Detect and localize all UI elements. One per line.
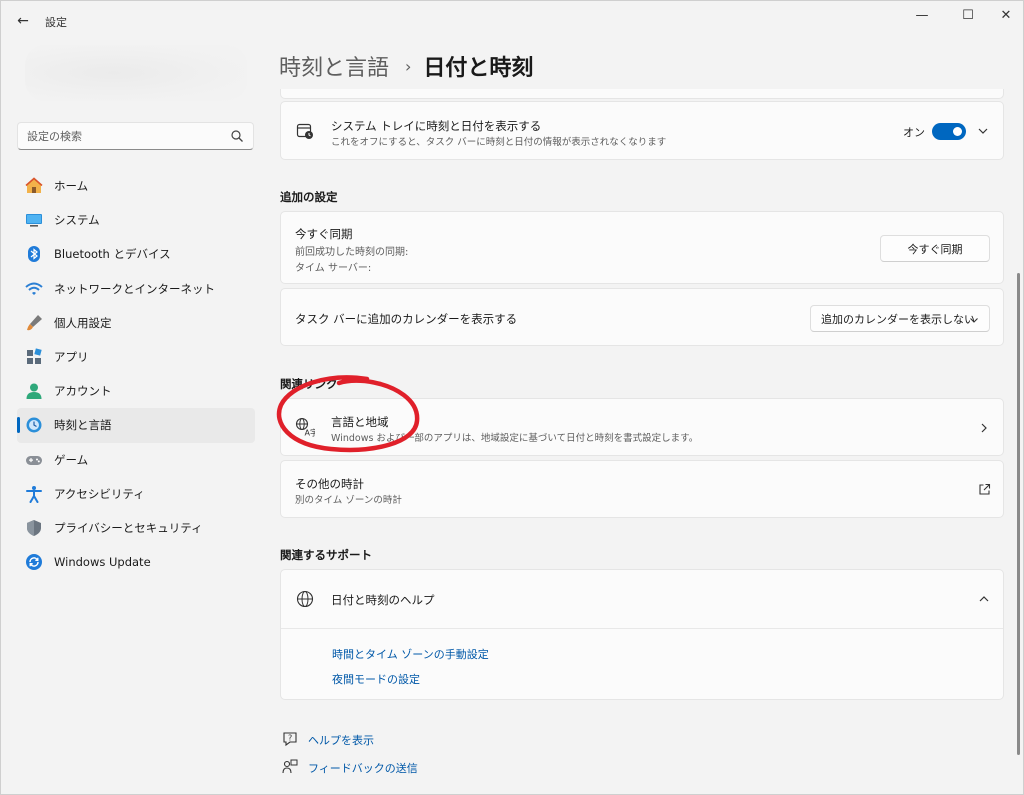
sidebar-item-personalization[interactable]: 個人用設定: [17, 306, 255, 340]
sidebar-item-time-language[interactable]: 時刻と言語: [17, 408, 255, 443]
calendar-dropdown[interactable]: 追加のカレンダーを表示しない: [810, 305, 990, 332]
help-link-timezone[interactable]: 時間とタイム ゾーンの手動設定: [332, 646, 489, 662]
update-icon: [25, 553, 43, 571]
sidebar-item-privacy[interactable]: プライバシーとセキュリティ: [17, 511, 255, 545]
breadcrumb-parent[interactable]: 時刻と言語: [279, 50, 389, 82]
page-title: 日付と時刻: [423, 56, 534, 81]
sidebar-item-accounts[interactable]: アカウント: [17, 374, 255, 408]
sidebar-item-gaming[interactable]: ゲーム: [17, 443, 255, 477]
help-expander-header[interactable]: 日付と時刻のヘルプ: [281, 570, 1003, 628]
toggle-state-label: オン: [903, 126, 925, 139]
last-sync-label: 前回成功した時刻の同期:: [295, 247, 409, 258]
section-heading-related-links: 関連リンク: [280, 377, 338, 391]
chevron-right-icon: [977, 421, 991, 435]
search-icon[interactable]: [230, 129, 244, 143]
sidebar-nav: ホーム システム Bluetooth とデバイス ネットワークとインターネット …: [17, 169, 255, 579]
system-icon: [25, 211, 43, 229]
sidebar-item-label: Windows Update: [54, 555, 151, 570]
sidebar-item-label: 時刻と言語: [54, 418, 112, 433]
accessibility-icon: [25, 485, 43, 503]
language-region-subtitle: Windows および一部のアプリは、地域設定に基づいて日付と時刻を書式設定しま…: [331, 433, 699, 444]
get-help-link[interactable]: ヘルプを表示: [308, 732, 374, 748]
svg-text:A字: A字: [305, 428, 316, 438]
sidebar-item-label: アカウント: [54, 384, 112, 399]
external-link-icon: [977, 482, 991, 496]
search-input[interactable]: [18, 123, 223, 149]
sidebar-item-label: アプリ: [54, 350, 89, 365]
apps-icon: [25, 348, 43, 366]
globe-icon: [295, 589, 315, 609]
svg-text:?: ?: [288, 734, 292, 743]
additional-calendar-card: タスク バーに追加のカレンダーを表示する 追加のカレンダーを表示しない: [280, 288, 1004, 346]
calendar-dropdown-value: 追加のカレンダーを表示しない: [821, 312, 975, 326]
shield-icon: [25, 519, 43, 537]
sidebar-item-label: プライバシーとセキュリティ: [54, 520, 203, 535]
breadcrumb: 時刻と言語 › 日付と時刻: [279, 49, 533, 83]
sidebar-item-label: Bluetooth とデバイス: [54, 247, 171, 262]
home-icon: [25, 177, 43, 195]
user-profile-blurred[interactable]: [25, 45, 247, 101]
title-bar: ← 設定 — ☐ ✕: [1, 1, 1023, 41]
calendar-clock-icon: [295, 121, 315, 141]
sync-now-button[interactable]: 今すぐ同期: [880, 235, 990, 262]
gamepad-icon: [25, 451, 43, 469]
sidebar-item-home[interactable]: ホーム: [17, 169, 255, 203]
chevron-up-icon[interactable]: [977, 592, 991, 606]
give-feedback-link[interactable]: フィードバックの送信: [308, 760, 418, 776]
sync-title: 今すぐ同期: [295, 227, 353, 241]
section-heading-additional: 追加の設定: [280, 190, 338, 204]
sidebar-item-label: 個人用設定: [54, 315, 112, 330]
vertical-scrollbar[interactable]: [1017, 273, 1020, 755]
bluetooth-icon: [25, 245, 43, 263]
systray-title: システム トレイに時刻と日付を表示する: [331, 119, 542, 133]
back-button[interactable]: ←: [13, 11, 33, 31]
other-clocks-subtitle: 別のタイム ゾーンの時計: [295, 495, 402, 506]
systray-toggle[interactable]: [932, 123, 966, 140]
feedback-icon: [280, 757, 300, 777]
help-icon: ?: [280, 729, 300, 749]
chevron-down-icon[interactable]: [976, 124, 990, 138]
partial-card: [280, 89, 1004, 99]
chevron-down-icon: [970, 318, 978, 323]
settings-window: ← 設定 — ☐ ✕ ホーム システム Bl: [0, 0, 1024, 795]
close-button[interactable]: ✕: [983, 5, 1023, 27]
systray-subtitle: これをオフにすると、タスク バーに時刻と日付の情報が表示されなくなります: [331, 137, 667, 148]
sidebar-item-bluetooth[interactable]: Bluetooth とデバイス: [17, 237, 255, 271]
sidebar-item-label: システム: [54, 213, 100, 228]
language-icon: A字: [295, 417, 315, 437]
wifi-icon: [25, 280, 43, 298]
settings-search[interactable]: [17, 122, 254, 150]
help-link-night-light[interactable]: 夜間モードの設定: [332, 671, 420, 687]
systray-clock-card[interactable]: システム トレイに時刻と日付を表示する これをオフにすると、タスク バーに時刻と…: [280, 101, 1004, 160]
help-title: 日付と時刻のヘルプ: [331, 593, 435, 607]
sidebar-item-accessibility[interactable]: アクセシビリティ: [17, 477, 255, 511]
sidebar-item-label: ゲーム: [54, 452, 89, 467]
breadcrumb-separator: ›: [405, 56, 412, 76]
language-region-title: 言語と地域: [331, 415, 389, 429]
sidebar-item-windows-update[interactable]: Windows Update: [17, 545, 255, 579]
app-title: 設定: [45, 16, 67, 29]
other-clocks-title: その他の時計: [295, 477, 364, 491]
help-divider: [281, 628, 1003, 629]
sidebar-item-system[interactable]: システム: [17, 203, 255, 237]
sidebar-item-label: ホーム: [54, 179, 89, 194]
brush-icon: [25, 314, 43, 332]
sidebar-item-apps[interactable]: アプリ: [17, 340, 255, 374]
minimize-button[interactable]: —: [899, 5, 945, 27]
sidebar-item-label: ネットワークとインターネット: [54, 281, 215, 296]
time-server-label: タイム サーバー:: [295, 263, 372, 274]
calendar-title: タスク バーに追加のカレンダーを表示する: [295, 312, 518, 326]
time-language-icon: [25, 416, 43, 434]
other-clocks-link-card[interactable]: その他の時計 別のタイム ゾーンの時計: [280, 460, 1004, 518]
sidebar-item-network[interactable]: ネットワークとインターネット: [17, 272, 255, 306]
sidebar-item-label: アクセシビリティ: [54, 486, 145, 501]
language-region-link-card[interactable]: A字 言語と地域 Windows および一部のアプリは、地域設定に基づいて日付と…: [280, 398, 1004, 456]
date-time-help-card: 日付と時刻のヘルプ 時間とタイム ゾーンの手動設定 夜間モードの設定: [280, 569, 1004, 700]
section-heading-support: 関連するサポート: [280, 548, 372, 562]
account-icon: [25, 382, 43, 400]
sync-now-card: 今すぐ同期 前回成功した時刻の同期: タイム サーバー: 今すぐ同期: [280, 211, 1004, 284]
